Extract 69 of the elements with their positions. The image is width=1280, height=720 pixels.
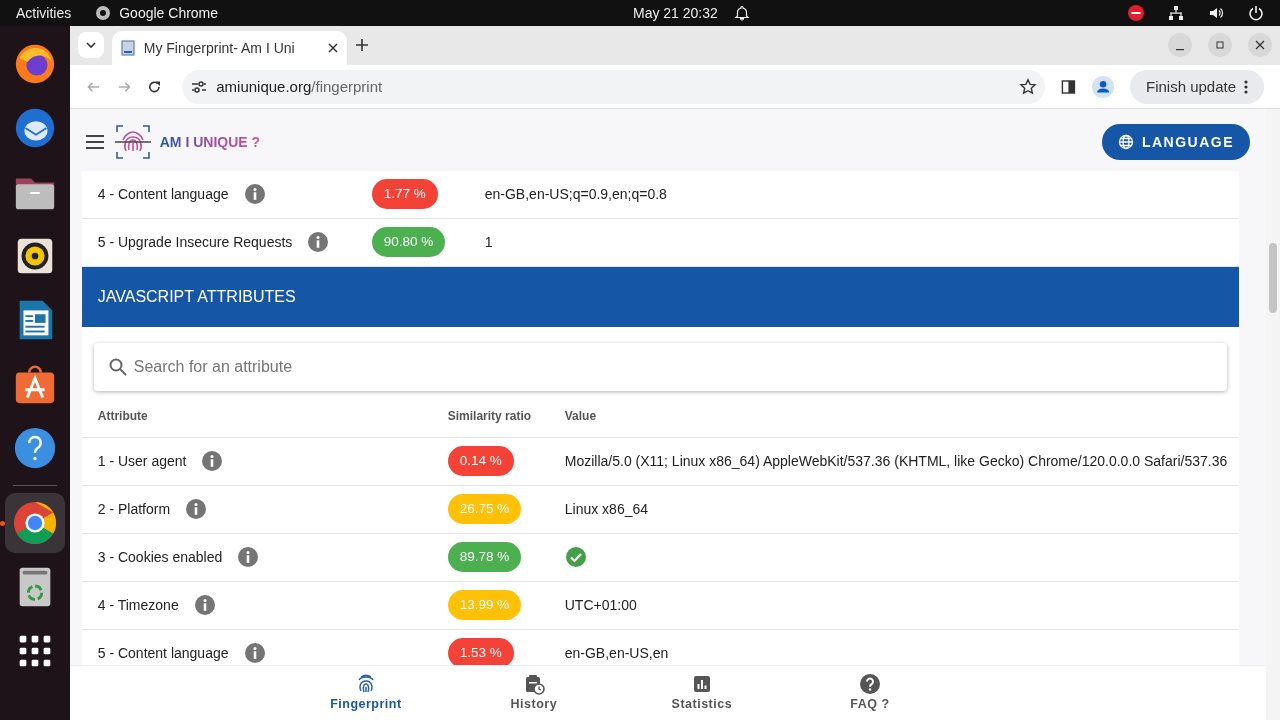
nav-tab[interactable]: History bbox=[449, 671, 618, 715]
search-field[interactable]: Search for an attribute bbox=[93, 342, 1227, 391]
column-header: Value bbox=[564, 407, 597, 425]
info-icon[interactable] bbox=[186, 499, 207, 520]
page-icon bbox=[119, 40, 136, 57]
column-header: Attribute bbox=[97, 407, 149, 425]
profile-icon[interactable] bbox=[1091, 74, 1114, 99]
search-icon bbox=[107, 356, 128, 377]
bell-icon[interactable] bbox=[733, 5, 750, 22]
nav-tab[interactable]: FAQ ? bbox=[785, 671, 954, 715]
app-icon bbox=[95, 5, 112, 22]
side-panel-icon[interactable] bbox=[1060, 78, 1076, 95]
scrollbar-thumb[interactable] bbox=[1269, 243, 1277, 314]
attribute-name: 2 - Platform bbox=[97, 499, 171, 519]
close-icon[interactable] bbox=[326, 42, 339, 55]
star-icon[interactable] bbox=[1018, 77, 1037, 96]
language-button[interactable]: LANGUAGE bbox=[1101, 124, 1250, 161]
power-icon[interactable] bbox=[1248, 5, 1264, 22]
network-icon[interactable] bbox=[1168, 5, 1184, 22]
info-icon[interactable] bbox=[194, 595, 215, 616]
browser-icon[interactable] bbox=[11, 500, 58, 547]
app-name[interactable]: Google Chrome bbox=[119, 2, 219, 24]
more-icon bbox=[1244, 78, 1249, 95]
similarity-ratio: 0.14 % bbox=[447, 446, 514, 477]
info-icon[interactable] bbox=[202, 451, 223, 472]
globe-icon bbox=[1117, 134, 1134, 151]
attribute-value: Mozilla/5.0 (X11; Linux x86_64) AppleWebKit/537.36 (KHTML, like Gecko) Chrome/120.0.0.0 Safari/537.36 bbox=[564, 451, 1228, 471]
check-circle-icon bbox=[564, 546, 587, 569]
attribute-name: 4 - Content language bbox=[97, 184, 229, 204]
activities-button[interactable]: Activities bbox=[16, 2, 72, 24]
scrollbar[interactable] bbox=[1266, 109, 1280, 720]
blocked-icon[interactable] bbox=[1128, 5, 1144, 22]
info-icon[interactable] bbox=[244, 643, 265, 664]
fingerprint-logo-icon[interactable] bbox=[113, 123, 152, 162]
attribute-name: 5 - Upgrade Insecure Requests bbox=[97, 232, 293, 252]
tab-list-button[interactable] bbox=[77, 32, 104, 59]
similarity-ratio: 13.99 % bbox=[447, 590, 522, 621]
nav-tab[interactable]: Fingerprint bbox=[281, 671, 450, 715]
plus-icon[interactable] bbox=[354, 38, 369, 53]
browser-tab[interactable]: My Fingerprint- Am I Uni bbox=[111, 31, 347, 66]
tab-title: My Fingerprint- Am I Uni bbox=[143, 38, 296, 58]
attribute-value: en-GB,en-US,en bbox=[564, 643, 669, 663]
reload-icon[interactable] bbox=[147, 78, 163, 95]
similarity-ratio: 90.80 % bbox=[371, 227, 446, 258]
attribute-name: 5 - Content language bbox=[97, 643, 229, 663]
attribute-name: 4 - Timezone bbox=[97, 595, 179, 615]
update-button[interactable]: Finish update bbox=[1129, 69, 1265, 104]
attribute-value: UTC+01:00 bbox=[564, 595, 637, 615]
similarity-ratio: 89.78 % bbox=[447, 542, 522, 573]
info-icon[interactable] bbox=[308, 232, 329, 253]
url-text: amiunique.org/fingerprint bbox=[216, 76, 384, 97]
attribute-name: 3 - Cookies enabled bbox=[97, 547, 223, 567]
similarity-ratio: 1.53 % bbox=[447, 638, 514, 666]
attribute-value: 1 bbox=[484, 232, 493, 252]
similarity-ratio: 26.75 % bbox=[447, 494, 522, 525]
info-icon[interactable] bbox=[238, 547, 259, 568]
column-header: Similarity ratio bbox=[447, 407, 533, 425]
address-bar[interactable]: amiunique.org/fingerprint bbox=[182, 69, 1045, 104]
nav-tab[interactable]: Statistics bbox=[617, 671, 786, 715]
section-header: JAVASCRIPT ATTRIBUTES bbox=[81, 266, 1239, 327]
similarity-ratio: 1.77 % bbox=[371, 179, 438, 210]
menu-icon[interactable] bbox=[85, 134, 106, 151]
help-icon bbox=[858, 672, 881, 695]
attribute-value: Linux x86_64 bbox=[564, 499, 649, 519]
running-dot bbox=[0, 521, 5, 527]
attribute-name: 1 - User agent bbox=[97, 451, 187, 471]
attribute-value: en-GB,en-US;q=0.9,en;q=0.8 bbox=[484, 184, 667, 204]
clock[interactable]: May 21 20:32 bbox=[633, 2, 718, 24]
info-icon[interactable] bbox=[244, 184, 265, 205]
